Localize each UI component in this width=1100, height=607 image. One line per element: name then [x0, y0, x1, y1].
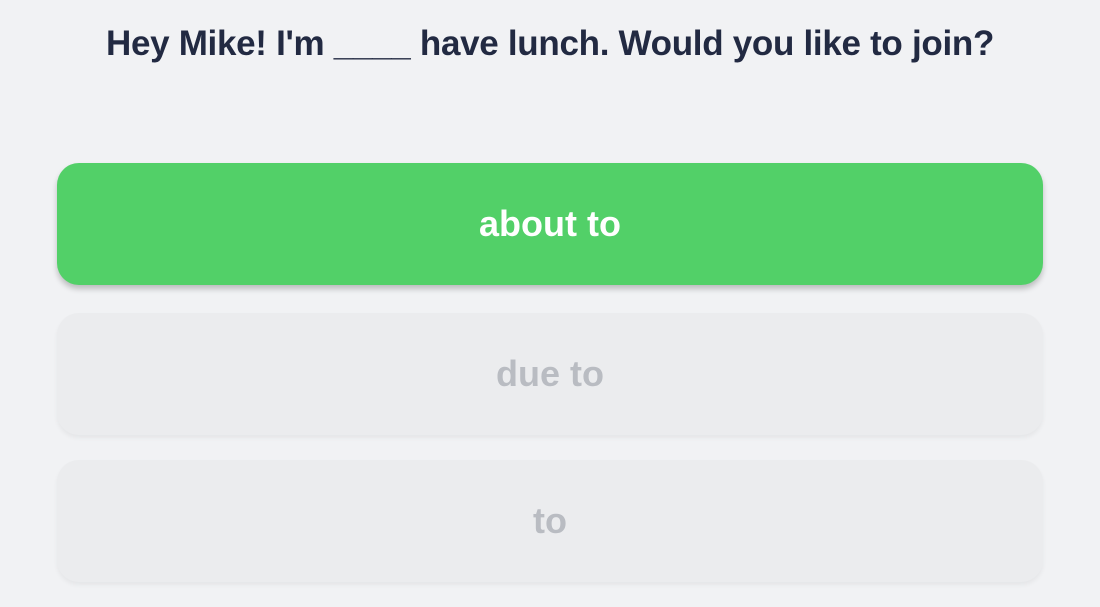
answer-options: about to due to to — [57, 163, 1043, 607]
option-due-to-button[interactable]: due to — [57, 313, 1043, 435]
option-to-button[interactable]: to — [57, 460, 1043, 582]
option-about-to-button[interactable]: about to — [57, 163, 1043, 285]
question-text: Hey Mike! I'm ____ have lunch. Would you… — [105, 24, 995, 63]
